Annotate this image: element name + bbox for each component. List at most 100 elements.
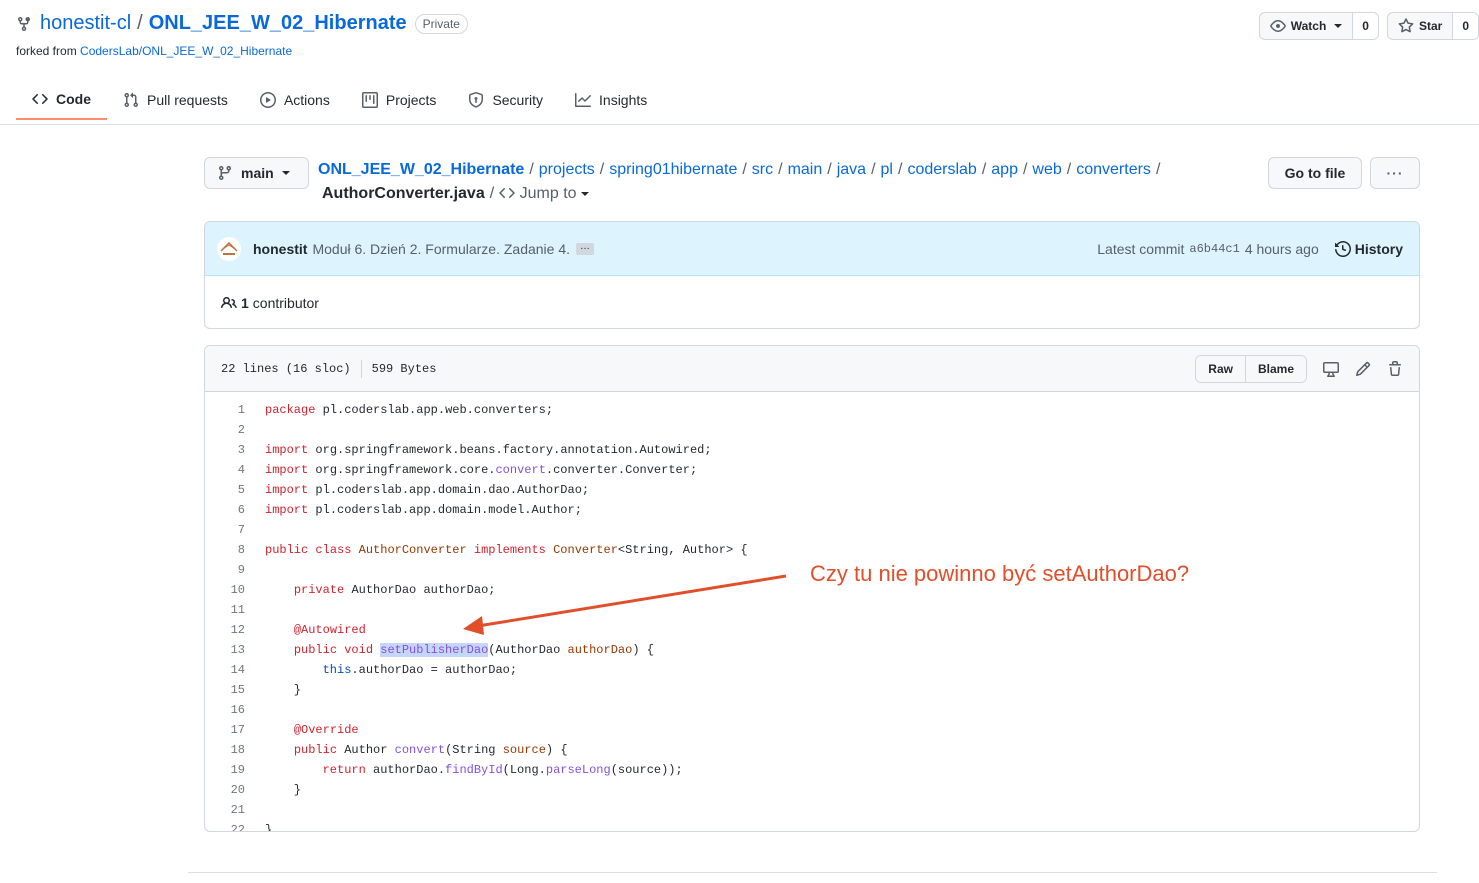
line-number[interactable]: 21 <box>205 800 255 820</box>
breadcrumb-item[interactable]: web <box>1032 161 1061 178</box>
line-number[interactable]: 12 <box>205 620 255 640</box>
line-number[interactable]: 15 <box>205 680 255 700</box>
breadcrumb-item[interactable]: coderslab <box>907 161 976 178</box>
line-content: this.authorDao = authorDao; <box>322 663 518 677</box>
breadcrumb-item[interactable]: spring01hibernate <box>609 161 737 178</box>
code-line: 18 public Author convert(String source) … <box>205 740 1419 760</box>
repo-header-actions: Watch 0 Star 0 <box>1251 12 1479 40</box>
star-button[interactable]: Star <box>1388 13 1452 39</box>
tab-projects[interactable]: Projects <box>346 80 453 120</box>
commit-expand-button[interactable]: … <box>576 241 595 255</box>
jump-to-menu[interactable]: Jump to <box>499 185 589 202</box>
contributors-row[interactable]: 1 contributor <box>205 276 1419 328</box>
line-number[interactable]: 7 <box>205 520 255 540</box>
breadcrumb-item[interactable]: pl <box>881 161 893 178</box>
line-number[interactable]: 22 <box>205 820 255 831</box>
line-number[interactable]: 16 <box>205 700 255 720</box>
breadcrumb-item[interactable]: src <box>752 161 773 178</box>
line-number[interactable]: 19 <box>205 760 255 780</box>
pencil-icon <box>1355 361 1371 376</box>
breadcrumb-item[interactable]: converters <box>1076 161 1151 178</box>
forked-from-prefix: forked from <box>16 44 81 58</box>
repo-owner-link[interactable]: honestit-cl <box>40 12 131 35</box>
repo-header: honestit-cl / ONL_JEE_W_02_Hibernate Pri… <box>16 12 468 35</box>
star-icon <box>1398 18 1414 33</box>
edit-button[interactable] <box>1355 361 1371 377</box>
breadcrumb-item[interactable]: main <box>788 161 823 178</box>
line-number[interactable]: 13 <box>205 640 255 660</box>
line-number[interactable]: 10 <box>205 580 255 600</box>
line-number[interactable]: 2 <box>205 420 255 440</box>
breadcrumb-root[interactable]: ONL_JEE_W_02_Hibernate <box>318 161 524 178</box>
line-number[interactable]: 20 <box>205 780 255 800</box>
commit-message-link[interactable]: Moduł 6. Dzień 2. Formularze. Zadanie 4. <box>312 241 570 257</box>
play-icon <box>259 92 276 108</box>
line-number[interactable]: 17 <box>205 720 255 740</box>
star-button-group: Star 0 <box>1386 12 1479 40</box>
line-number[interactable]: 3 <box>205 440 255 460</box>
line-number[interactable]: 4 <box>205 460 255 480</box>
history-label: History <box>1354 240 1403 257</box>
code-line: 20 } <box>205 780 1419 800</box>
commit-sha-link[interactable]: a6b44c1 <box>1189 242 1239 256</box>
watch-count[interactable]: 0 <box>1352 13 1378 39</box>
star-count[interactable]: 0 <box>1452 13 1478 39</box>
breadcrumb-sep: / <box>742 161 747 178</box>
line-number[interactable]: 5 <box>205 480 255 500</box>
breadcrumb-item[interactable]: app <box>991 161 1018 178</box>
forked-from-link[interactable]: CodersLab/ONL_JEE_W_02_Hibernate <box>80 44 292 58</box>
commit-time: 4 hours ago <box>1244 240 1319 257</box>
code-line: 4 import org.springframework.core.convert… <box>205 460 1419 480</box>
desktop-button[interactable] <box>1323 361 1339 377</box>
tab-code[interactable]: Code <box>16 80 107 120</box>
code-line: 19 return authorDao.findById(Long.parseL… <box>205 760 1419 780</box>
footer-divider <box>188 872 1437 873</box>
line-number[interactable]: 1 <box>205 400 255 420</box>
kebab-menu-button[interactable]: ··· <box>1370 157 1420 189</box>
branch-name: main <box>241 165 274 181</box>
repo-name-link[interactable]: ONL_JEE_W_02_Hibernate <box>149 12 407 35</box>
branch-selector[interactable]: main <box>204 157 309 189</box>
line-content <box>255 600 265 620</box>
pull-request-icon <box>124 92 139 108</box>
line-number[interactable]: 8 <box>205 540 255 560</box>
file-viewer: 22 lines (16 sloc) 599 Bytes Raw Blame 1… <box>204 345 1420 832</box>
watch-button[interactable]: Watch <box>1260 13 1353 39</box>
tab-security[interactable]: Security <box>452 80 559 120</box>
history-icon <box>1334 240 1351 257</box>
go-to-file-button[interactable]: Go to file <box>1268 157 1362 189</box>
line-number[interactable]: 6 <box>205 500 255 520</box>
tab-pull-requests[interactable]: Pull requests <box>107 80 244 120</box>
line-content: return authorDao.findById(Long.parseLong… <box>322 763 683 777</box>
raw-button[interactable]: Raw <box>1196 355 1245 382</box>
line-number[interactable]: 9 <box>205 560 255 580</box>
line-number[interactable]: 18 <box>205 740 255 760</box>
breadcrumb-item[interactable]: java <box>837 161 866 178</box>
line-number[interactable]: 11 <box>205 600 255 620</box>
code-line: 12 @Autowired <box>205 620 1419 640</box>
breadcrumb-sep: / <box>599 161 605 178</box>
breadcrumb-item[interactable]: projects <box>539 161 595 178</box>
commit-author-link[interactable]: honestit <box>253 241 307 257</box>
breadcrumb-sep: / <box>489 185 495 202</box>
history-link[interactable]: History <box>1334 240 1403 257</box>
blame-button[interactable]: Blame <box>1244 355 1306 382</box>
code-line: 7 <box>205 520 1419 540</box>
line-content: import org.springframework.core.convert.… <box>265 463 698 477</box>
code-line: 21 <box>205 800 1419 820</box>
line-number[interactable]: 14 <box>205 660 255 680</box>
file-actions: Raw Blame <box>1195 354 1403 383</box>
code-line: 1 package pl.coderslab.app.web.converters… <box>205 400 1419 420</box>
tab-insights[interactable]: Insights <box>559 80 663 120</box>
tab-actions[interactable]: Actions <box>244 80 346 120</box>
line-content: @Autowired <box>293 623 366 637</box>
line-content: import pl.coderslab.app.domain.dao.Autho… <box>265 483 590 497</box>
line-content: public void setPublisherDao(AuthorDao au… <box>293 643 654 657</box>
delete-button[interactable] <box>1387 360 1403 377</box>
tab-insights-label: Insights <box>599 92 648 108</box>
code-line: 17 @Override <box>205 720 1419 740</box>
contributor-label: contributor <box>252 294 319 311</box>
desktop-icon <box>1323 361 1339 377</box>
avatar[interactable] <box>217 236 241 261</box>
line-content <box>255 520 265 540</box>
